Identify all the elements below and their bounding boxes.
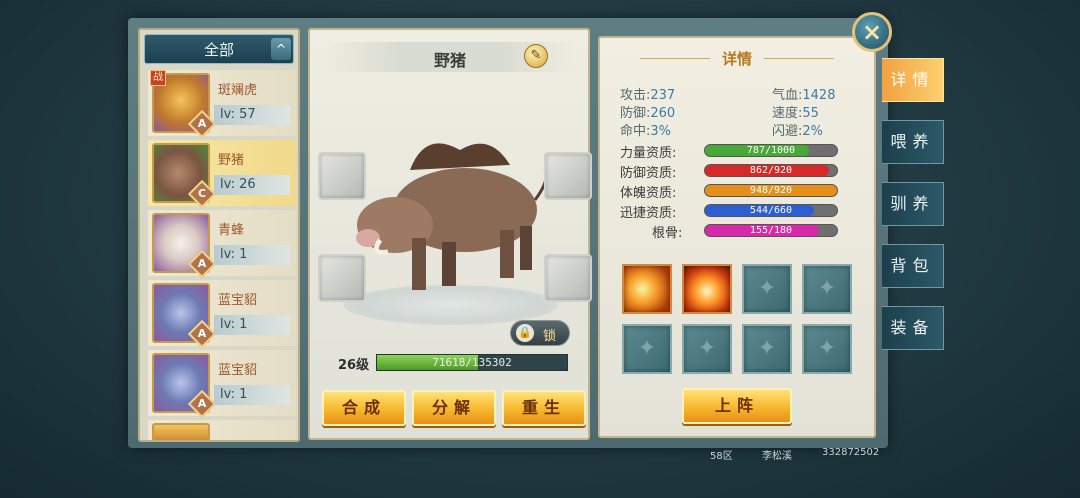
aptitude-bar: 862/920 — [704, 164, 838, 177]
skill-slot-empty[interactable]: ✦ — [742, 264, 792, 314]
tab-feed[interactable]: 喂养 — [882, 120, 944, 164]
stat-hp: 气血:1428 — [772, 88, 836, 103]
aptitude-label: 防御资质: — [620, 166, 677, 181]
aptitude-bar: 948/920 — [704, 184, 838, 197]
lock-icon: 🔒 — [516, 324, 534, 342]
skill-slot-empty[interactable]: ✦ — [802, 324, 852, 374]
filter-dropdown[interactable]: 全部 ^ — [144, 34, 294, 64]
close-icon[interactable]: × — [852, 12, 892, 52]
pet-name: 野猪 — [218, 153, 245, 168]
aptitude-bar: 787/1000 — [704, 144, 838, 157]
battle-badge-icon: 战 — [150, 70, 166, 86]
stat-attack: 攻击:237 — [620, 88, 676, 103]
aptitude-label: 迅捷资质: — [620, 206, 677, 221]
exp-bar: 71618/135302 — [376, 354, 568, 371]
pet-level: lv: 1 — [214, 385, 290, 405]
skill-slot-fire-orb[interactable] — [682, 264, 732, 314]
pet-list-item[interactable]: A 蓝宝貂 lv: 1 — [148, 280, 296, 349]
server-label: 58区 — [710, 451, 733, 462]
skill-slot-fire-claw[interactable] — [622, 264, 672, 314]
player-name: 李松溪 — [762, 451, 792, 462]
pet-name: 蓝宝貂 — [218, 293, 258, 308]
stat-defense: 防御:260 — [620, 106, 676, 121]
tab-details[interactable]: 详情 — [882, 58, 944, 102]
pet-list-item[interactable]: 战 A 斑斓虎 lv: 57 — [148, 70, 296, 139]
pet-view-panel: 野猪 ✎ 🔒 锁 26级 71618/135302 合成 分解 重生 — [308, 28, 592, 440]
decompose-button[interactable]: 分解 — [412, 390, 496, 426]
rebirth-button[interactable]: 重生 — [502, 390, 586, 426]
aptitude-bar: 155/180 — [704, 224, 838, 237]
aptitude-label: 力量资质: — [620, 146, 677, 161]
aptitude-bar: 544/660 — [704, 204, 838, 217]
aptitude-label: 体魄资质: — [620, 186, 677, 201]
stat-speed: 速度:55 — [772, 106, 819, 121]
tab-train[interactable]: 驯养 — [882, 182, 944, 226]
pet-list-item[interactable]: A 蓝宝貂 lv: 1 — [148, 350, 296, 419]
combine-button[interactable]: 合成 — [322, 390, 406, 426]
lock-button[interactable]: 🔒 锁 — [510, 320, 570, 346]
stat-hit: 命中:3% — [620, 124, 672, 139]
tab-bag[interactable]: 背包 — [882, 244, 944, 288]
stat-dodge: 闪避:2% — [772, 124, 824, 139]
deploy-button[interactable]: 上阵 — [682, 388, 792, 424]
pet-list-item-selected[interactable]: C 野猪 lv: 26 — [148, 140, 296, 209]
equip-slot-weapon[interactable] — [318, 152, 366, 200]
skill-slot-empty[interactable]: ✦ — [802, 264, 852, 314]
skill-slot-empty[interactable]: ✦ — [742, 324, 792, 374]
equip-slot-armor[interactable] — [544, 152, 592, 200]
pet-list-panel: 全部 ^ 战 A 斑斓虎 lv: 57 C 野猪 lv: 26 A 青蜂 lv:… — [138, 28, 300, 442]
pet-name: 斑斓虎 — [218, 83, 258, 98]
pet-list-item-partial[interactable] — [148, 420, 296, 440]
pet-level: lv: 57 — [214, 105, 290, 125]
pet-level: lv: 1 — [214, 315, 290, 335]
pet-level-label: 26级 — [338, 358, 370, 373]
aptitude-label: 根骨: — [652, 226, 683, 241]
lock-label: 锁 — [543, 329, 557, 344]
details-title: 详情 — [721, 50, 752, 68]
exp-text: 71618/135302 — [432, 356, 512, 369]
pet-name: 青蜂 — [218, 223, 245, 238]
boar-model — [356, 143, 548, 290]
equip-slot-necklace[interactable] — [318, 254, 366, 302]
details-panel: 详情 攻击:237 气血:1428 防御:260 速度:55 命中:3% 闪避:… — [598, 36, 876, 438]
pet-level: lv: 1 — [214, 245, 290, 265]
collapse-icon[interactable]: ^ — [271, 38, 291, 60]
pet-title-bar: 野猪 ✎ — [322, 42, 578, 72]
filter-label: 全部 — [203, 40, 234, 59]
player-id: 332872502 — [822, 447, 880, 458]
tab-equipment[interactable]: 装备 — [882, 306, 944, 350]
pet-list-item[interactable]: A 青蜂 lv: 1 — [148, 210, 296, 279]
equip-slot-ring[interactable] — [544, 254, 592, 302]
pet-name: 蓝宝貂 — [218, 363, 258, 378]
rename-icon[interactable]: ✎ — [524, 44, 548, 68]
skill-slot-empty[interactable]: ✦ — [682, 324, 732, 374]
skill-slot-empty[interactable]: ✦ — [622, 324, 672, 374]
tiger-portrait — [152, 423, 210, 440]
pet-level: lv: 26 — [214, 175, 290, 195]
